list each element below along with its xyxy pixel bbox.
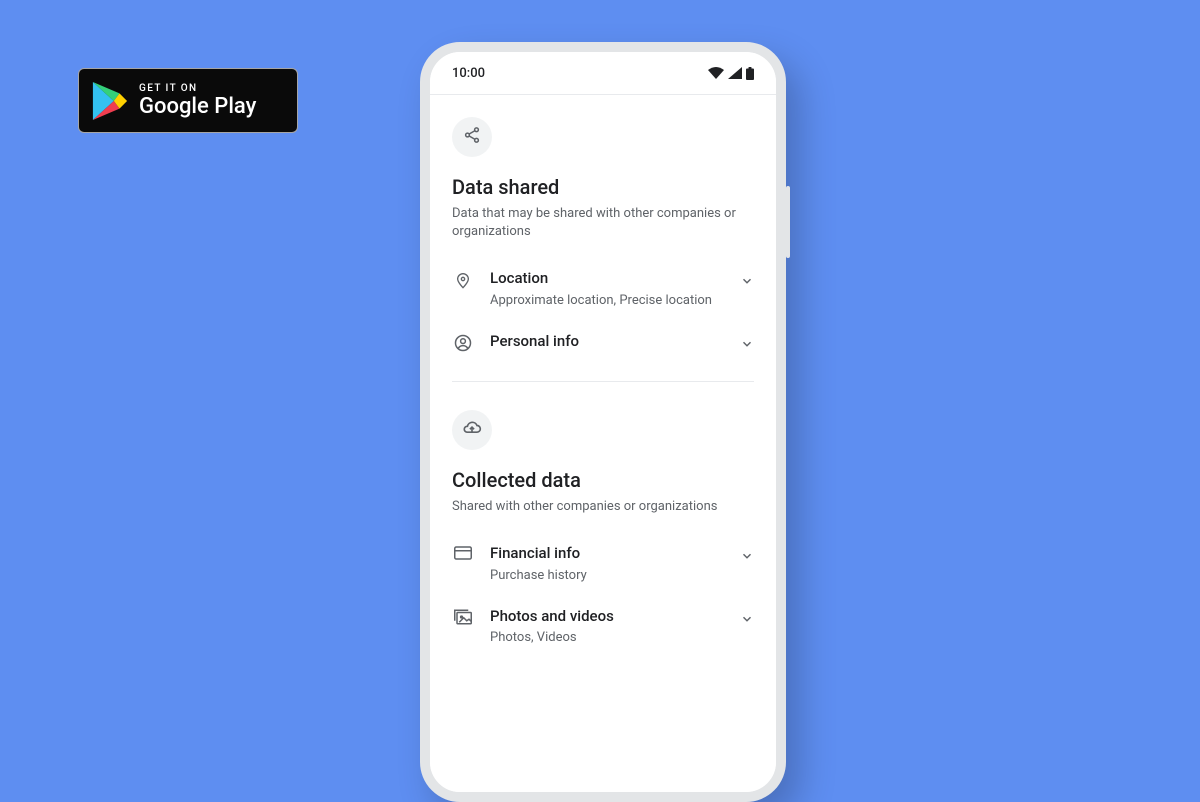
badge-line2: Google Play (139, 96, 256, 118)
item-financial-info[interactable]: Financial info Purchase history (452, 532, 754, 595)
item-title: Personal info (490, 332, 740, 352)
item-desc: Photos, Videos (490, 630, 740, 645)
status-time: 10:00 (452, 66, 485, 81)
section-data-shared: Data shared Data that may be shared with… (452, 95, 754, 367)
chevron-down-icon (740, 269, 754, 292)
cloud-upload-icon (462, 420, 482, 440)
google-play-badge[interactable]: GET IT ON Google Play (78, 68, 298, 133)
item-location[interactable]: Location Approximate location, Precise l… (452, 257, 754, 320)
google-play-text: GET IT ON Google Play (139, 84, 256, 118)
phone-screen: 10:00 (430, 52, 776, 792)
gallery-icon (452, 607, 474, 625)
item-photos-videos[interactable]: Photos and videos Photos, Videos (452, 595, 754, 658)
status-bar: 10:00 (452, 52, 754, 94)
section-heading: Data shared (452, 175, 754, 199)
person-icon (452, 332, 474, 352)
section-subheading: Shared with other companies or organizat… (452, 498, 754, 516)
item-desc: Purchase history (490, 568, 740, 583)
share-icon-container (452, 117, 492, 157)
chevron-down-icon (740, 544, 754, 567)
item-title: Photos and videos (490, 607, 740, 627)
phone-mockup: 10:00 (420, 42, 786, 802)
badge-line1: GET IT ON (139, 84, 256, 94)
status-icons (708, 67, 754, 80)
chevron-down-icon (740, 332, 754, 355)
battery-icon (746, 67, 754, 80)
item-personal-info[interactable]: Personal info (452, 320, 754, 367)
item-title: Financial info (490, 544, 740, 564)
chevron-down-icon (740, 607, 754, 630)
section-heading: Collected data (452, 468, 754, 492)
credit-card-icon (452, 544, 474, 560)
google-play-icon (91, 80, 129, 122)
section-subheading: Data that may be shared with other compa… (452, 205, 754, 241)
divider (452, 381, 754, 382)
cell-signal-icon (728, 67, 742, 79)
location-pin-icon (452, 269, 474, 291)
cloud-icon-container (452, 410, 492, 450)
section-collected-data: Collected data Shared with other compani… (452, 396, 754, 657)
item-title: Location (490, 269, 740, 289)
item-desc: Approximate location, Precise location (490, 293, 740, 308)
wifi-icon (708, 67, 724, 79)
share-icon (463, 126, 481, 148)
